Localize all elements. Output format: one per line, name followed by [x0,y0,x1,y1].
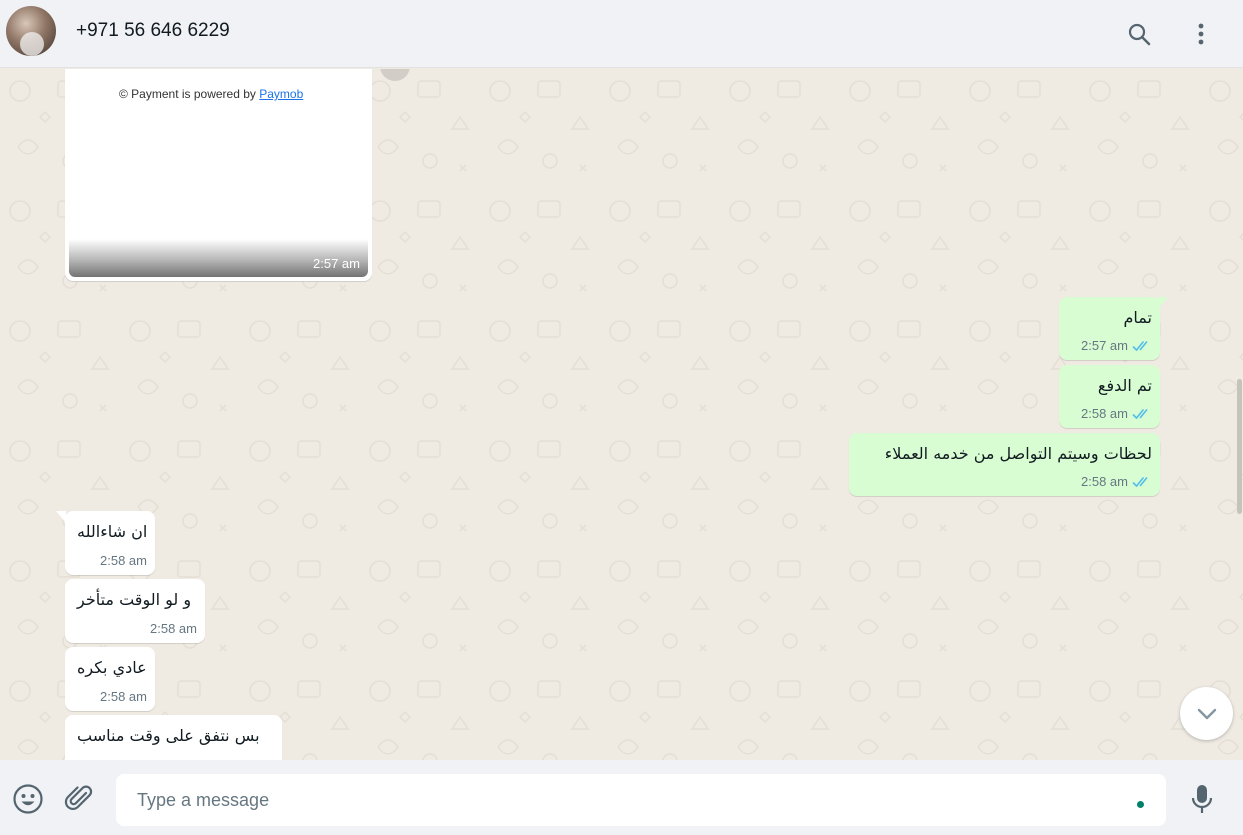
message-input[interactable] [116,774,1166,826]
paymob-link[interactable]: Paymob [259,87,303,101]
contact-avatar[interactable] [6,6,56,56]
image-message[interactable]: © Payment is powered by Paymob 2:57 am [65,69,372,281]
contact-name[interactable]: +971 56 646 6229 [76,20,230,42]
message-time: 2:58 am [100,553,147,568]
message-time: 2:58 am [1081,474,1128,489]
message-text: بس نتفق على وقت مناسب [77,726,260,745]
message-time: 2:58 am [150,621,197,636]
message-bubble-incoming[interactable]: و لو الوقت متأخر 2:58 am [65,579,205,643]
message-time: 2:58 am [1081,406,1128,421]
payment-receipt-image[interactable]: © Payment is powered by Paymob 2:57 am [69,69,368,277]
payment-caption: © Payment is powered by Paymob [119,87,304,101]
message-text: عادي بكره [77,658,147,677]
status-dot [1137,801,1144,808]
message-bubble-incoming[interactable]: بس نتفق على وقت مناسب [65,715,282,760]
message-text: تمام [1123,308,1152,327]
message-time: 2:57 am [1081,338,1128,353]
message-text: تم الدفع [1097,376,1152,395]
double-check-icon [1132,408,1148,420]
attach-icon[interactable] [62,782,96,816]
chat-header: +971 56 646 6229 [0,0,1243,68]
message-bubble-outgoing[interactable]: لحظات وسيتم التواصل من خدمه العملاء 2:58… [849,433,1160,496]
message-bubble-incoming[interactable]: ان شاءالله 2:58 am [65,511,155,575]
double-check-icon [1132,476,1148,488]
message-composer [0,760,1243,835]
menu-icon[interactable] [1184,17,1218,51]
double-check-icon [1132,340,1148,352]
scroll-down-button[interactable] [1180,687,1233,740]
message-bubble-outgoing[interactable]: تم الدفع 2:58 am [1059,365,1160,428]
chevron-down-icon [1197,708,1216,719]
message-text: ان شاءالله [77,522,148,541]
message-time: 2:58 am [100,689,147,704]
emoji-icon[interactable] [11,782,45,816]
message-text: و لو الوقت متأخر [77,590,192,609]
message-bubble-outgoing[interactable]: تمام 2:57 am [1059,297,1160,360]
message-time: 2:57 am [313,256,360,271]
microphone-icon[interactable] [1185,782,1219,816]
scrollbar[interactable] [1237,379,1242,514]
chat-area[interactable]: © Payment is powered by Paymob 2:57 am ت… [0,69,1243,760]
search-icon[interactable] [1122,17,1156,51]
message-bubble-incoming[interactable]: عادي بكره 2:58 am [65,647,155,711]
message-text: لحظات وسيتم التواصل من خدمه العملاء [884,444,1152,463]
